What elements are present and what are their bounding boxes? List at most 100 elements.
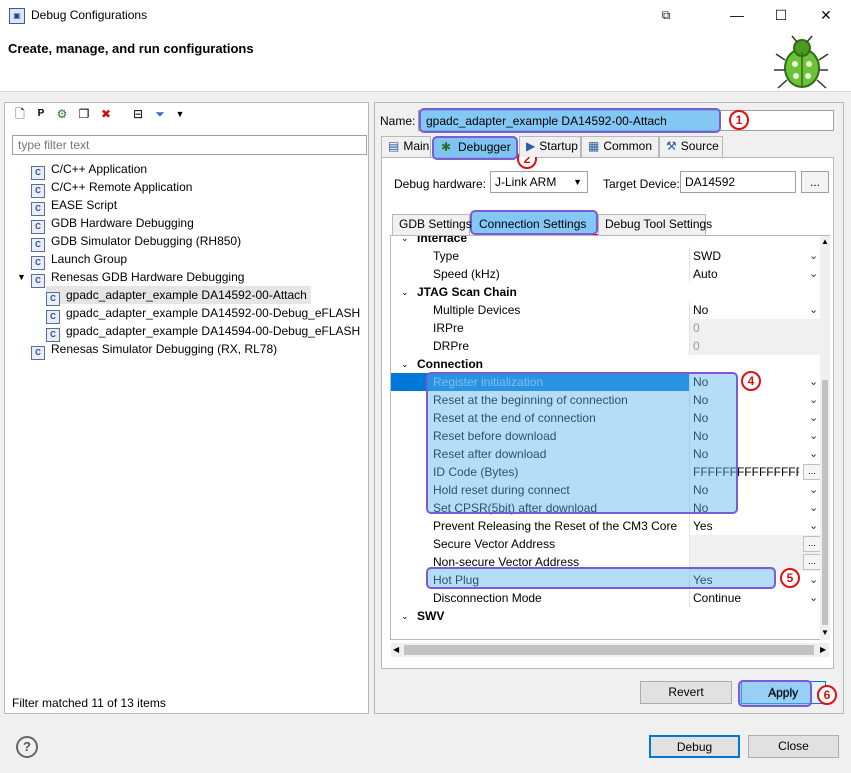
chevron-down-icon: ⌄ (809, 412, 819, 424)
tree-item[interactable]: C Launch Group (31, 250, 131, 270)
tree-item-label: GDB Simulator Debugging (RH850) (51, 234, 242, 248)
grid-property-name: Secure Vector Address (433, 537, 556, 551)
tree-item[interactable]: C Renesas Simulator Debugging (RX, RL78) (31, 340, 281, 360)
grid-category-label: Interface (417, 235, 468, 245)
category-chevron-icon[interactable]: ⌄ (401, 607, 409, 625)
grid-property-value: SWD (693, 249, 721, 263)
tab-startup[interactable]: ▶ Startup (519, 136, 581, 157)
tab-common-icon: ▦ (588, 139, 600, 153)
category-chevron-icon[interactable]: ⌄ (401, 283, 409, 301)
annotation-badge-4: 4 (741, 371, 761, 391)
tab-label: Main (403, 139, 430, 153)
name-label: Name: (380, 114, 416, 128)
grid-row[interactable]: Speed (kHz) Auto ⌄ (391, 265, 823, 283)
grid-horizontal-scroll-thumb[interactable] (404, 645, 814, 655)
ellipsis-button[interactable]: ... (803, 536, 821, 552)
connection-settings-tab-label: Connection Settings (479, 217, 587, 231)
debug-hardware-select[interactable]: J-Link ARM ▼ (490, 171, 588, 193)
grid-category: ⌄ SWV (391, 607, 823, 625)
chevron-down-icon: ⌄ (809, 430, 819, 442)
collapse-all-icon[interactable]: ⊟ (130, 106, 146, 122)
config-type-icon: C (31, 274, 45, 288)
close-window-button[interactable]: ✕ (816, 6, 836, 24)
scroll-right-icon[interactable]: ▶ (820, 645, 826, 654)
target-device-browse-button[interactable]: ... (801, 171, 829, 193)
revert-button[interactable]: Revert (640, 681, 732, 704)
help-icon[interactable]: ? (16, 736, 38, 758)
export-icon[interactable]: ⚙ (54, 106, 70, 122)
delete-icon[interactable]: ✖ (98, 106, 114, 122)
highlight-hot-plug (426, 567, 776, 589)
chevron-down-icon: ⌄ (809, 520, 819, 532)
tree-item[interactable]: Cgpadc_adapter_example DA14594-00-Debug_… (46, 322, 364, 342)
inner-tab-label: GDB Settings (399, 217, 472, 231)
new-config-icon[interactable]: 🗋 (12, 106, 28, 122)
tree-item[interactable]: Cgpadc_adapter_example DA14592-00-Attach (46, 286, 311, 306)
filter-input[interactable] (12, 135, 367, 155)
scroll-down-icon[interactable]: ▼ (821, 628, 829, 637)
debug-button[interactable]: Debug (649, 735, 740, 758)
tab-common[interactable]: ▦ Common (581, 136, 659, 157)
tree-item[interactable]: C EASE Script (31, 196, 121, 216)
inner-tab-0[interactable]: GDB Settings (392, 214, 472, 235)
tree-item-label: Renesas GDB Hardware Debugging (51, 270, 245, 284)
maximize-button[interactable]: ☐ (771, 6, 791, 24)
window-title: Debug Configurations (31, 8, 148, 22)
close-button[interactable]: Close (748, 735, 839, 758)
grid-property-name: Disconnection Mode (433, 591, 542, 605)
grid-property-value: 0 (693, 321, 700, 335)
tree-item[interactable]: C GDB Hardware Debugging (31, 214, 198, 234)
category-chevron-icon[interactable]: ⌄ (401, 236, 409, 247)
duplicate-icon[interactable]: ❐ (76, 106, 92, 122)
grid-row[interactable]: Disconnection Mode Continue ⌄ (391, 589, 823, 607)
grid-property-value: 0 (693, 339, 700, 353)
apply-label-overlay: Apply (768, 686, 799, 700)
scroll-left-icon[interactable]: ◀ (393, 645, 399, 654)
tree-item-label: Launch Group (51, 252, 128, 266)
restore-icon[interactable]: ⧉ (656, 6, 676, 24)
tree-item[interactable]: C C/C++ Remote Application (31, 178, 196, 198)
tree-item-label: EASE Script (51, 198, 118, 212)
tree-item-label: gpadc_adapter_example DA14592-00-Attach (66, 288, 307, 302)
filter-status: Filter matched 11 of 13 items (12, 696, 166, 710)
chevron-down-icon: ⌄ (809, 376, 819, 388)
target-device-label: Target Device: (603, 177, 680, 191)
view-menu-icon[interactable]: ▼ (172, 106, 188, 122)
grid-row[interactable]: Secure Vector Address... (391, 535, 823, 553)
grid-property-name: IRPre (433, 321, 464, 335)
tab-source[interactable]: ⚒ Source (659, 136, 723, 157)
grid-row[interactable]: Type SWD ⌄ (391, 247, 823, 265)
ellipsis-button[interactable]: ... (803, 554, 821, 570)
tree-expanded-icon[interactable]: ▼ (17, 268, 26, 286)
grid-category: ⌄ Interface (391, 235, 823, 247)
tree-item-label: C/C++ Remote Application (51, 180, 193, 194)
tree-item[interactable]: C GDB Simulator Debugging (RH850) (31, 232, 245, 252)
tree-item[interactable]: ▼ C Renesas GDB Hardware Debugging (17, 268, 248, 288)
chevron-down-icon: ⌄ (809, 574, 819, 586)
inner-tab-2[interactable]: Debug Tool Settings (598, 214, 712, 235)
minimize-button[interactable]: — (727, 6, 747, 24)
debug-hardware-value: J-Link ARM (495, 175, 557, 189)
debugger-tab-label: Debugger (458, 140, 511, 154)
ellipsis-button[interactable]: ... (803, 464, 821, 480)
new-prototype-icon[interactable]: P (33, 106, 49, 122)
tree-item-label: GDB Hardware Debugging (51, 216, 194, 230)
grid-property-name: DRPre (433, 339, 470, 353)
target-device-input[interactable]: DA14592 (680, 171, 796, 193)
grid-row[interactable]: IRPre 0 (391, 319, 823, 337)
tree-item[interactable]: C C/C++ Application (31, 160, 151, 180)
tab-label: Common (603, 139, 653, 153)
tab-main[interactable]: ▤ Main (381, 136, 431, 157)
app-icon: ▣ (9, 8, 25, 24)
scroll-up-icon[interactable]: ▲ (821, 237, 829, 246)
grid-property-name: Prevent Releasing the Reset of the CM3 C… (433, 519, 678, 533)
tree-item[interactable]: Cgpadc_adapter_example DA14592-00-Debug_… (46, 304, 364, 324)
config-name-value: gpadc_adapter_example DA14592-00-Attach (426, 114, 667, 128)
filter-icon[interactable]: ⏷ (152, 106, 168, 122)
grid-row[interactable]: Multiple Devices No ⌄ (391, 301, 823, 319)
category-chevron-icon[interactable]: ⌄ (401, 355, 409, 373)
grid-row[interactable]: Prevent Releasing the Reset of the CM3 C… (391, 517, 823, 535)
grid-row[interactable]: DRPre 0 (391, 337, 823, 355)
grid-vertical-scroll-thumb[interactable] (822, 380, 828, 625)
tree-item-label: gpadc_adapter_example DA14594-00-Debug_e… (66, 324, 361, 338)
